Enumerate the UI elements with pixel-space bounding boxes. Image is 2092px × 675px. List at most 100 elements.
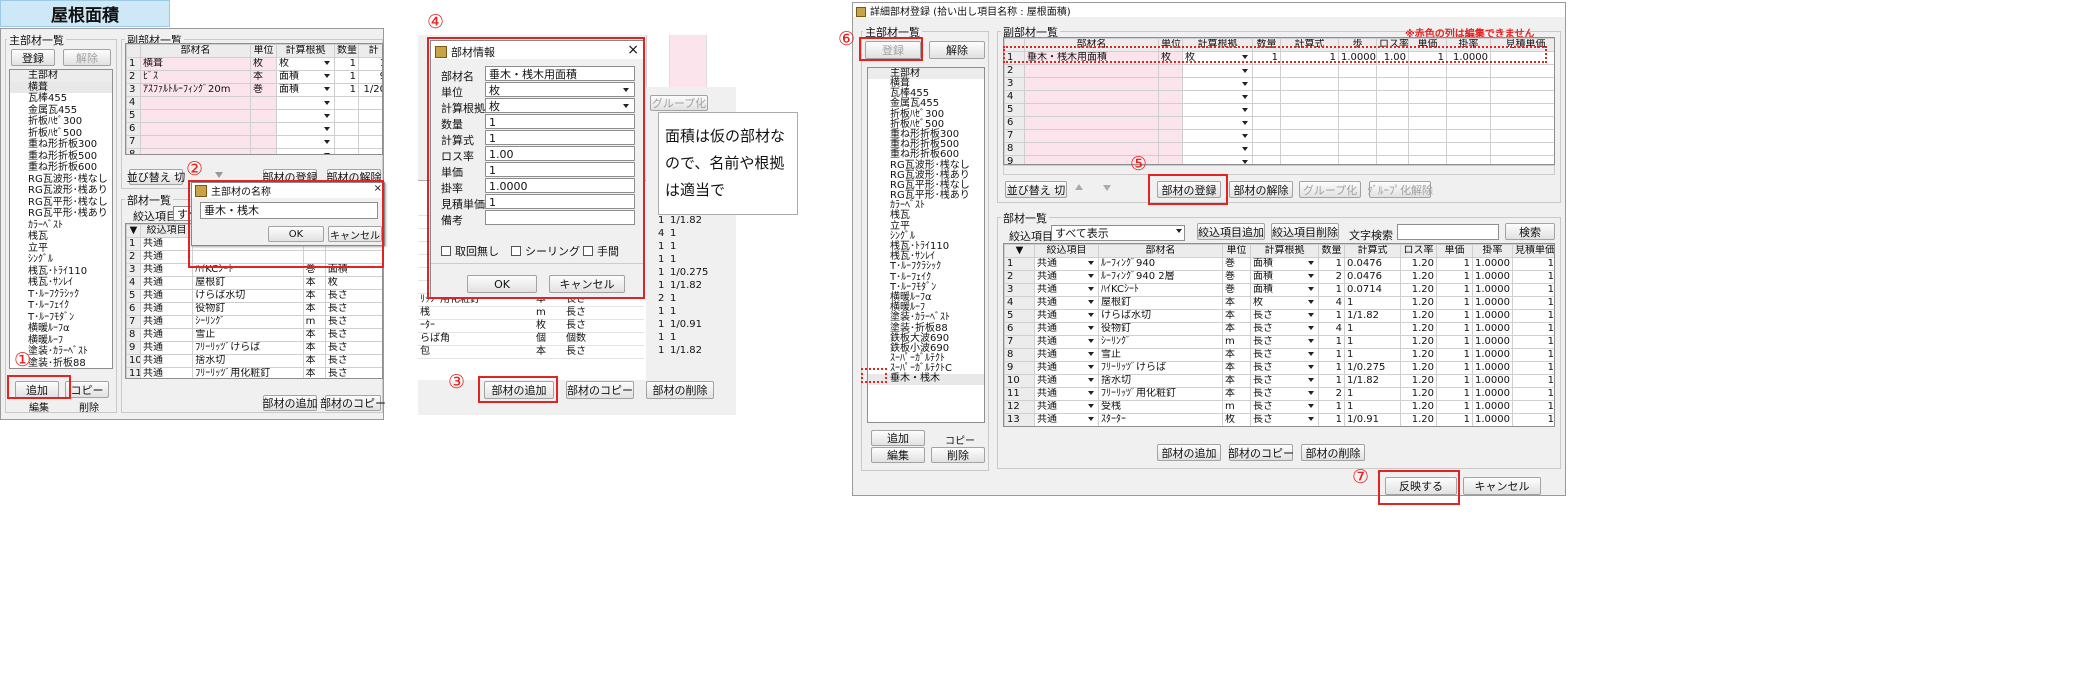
table-row[interactable]: 6 bbox=[1004, 116, 1554, 130]
table-row[interactable]: 5 bbox=[126, 109, 382, 123]
chevron-down-icon[interactable] bbox=[1087, 350, 1096, 360]
chevron-down-icon[interactable] bbox=[1307, 259, 1316, 269]
chevron-down-icon[interactable] bbox=[1087, 311, 1096, 321]
p3-add-part-button[interactable]: 部材の追加 bbox=[1157, 444, 1221, 461]
main-parts-list-item[interactable]: 立平 bbox=[868, 221, 984, 232]
p3-group-button[interactable]: グループ化 bbox=[1299, 181, 1361, 198]
chevron-down-icon[interactable] bbox=[1307, 389, 1316, 399]
chevron-down-icon[interactable] bbox=[1241, 92, 1250, 102]
main-parts-list-item[interactable]: T･ﾙｰﾌﾓﾀﾞﾝ bbox=[10, 312, 112, 324]
table-row[interactable]: 6 共通 役物釘本長さ 4 1 1.20 1 1.0000 1 bbox=[1004, 322, 1554, 336]
chevron-down-icon[interactable] bbox=[1307, 402, 1316, 412]
chevron-down-icon[interactable] bbox=[323, 72, 332, 82]
main-parts-list-item[interactable]: 横暖ﾙｰﾌα bbox=[868, 292, 984, 303]
chevron-down-icon[interactable] bbox=[323, 111, 332, 121]
table-row[interactable]: 3 共通 ﾊｲKCｼｰﾄ巻面積 1 0.0714 1.20 1 1.0000 1 bbox=[1004, 283, 1554, 297]
chevron-down-icon[interactable] bbox=[1087, 402, 1096, 412]
table-row[interactable]: 2ﾋﾞｽ本面積19 bbox=[126, 70, 382, 84]
table-row[interactable]: 13 共通 ｽﾀｰﾀｰ枚長さ 1 1/0.91 1.20 1 1.0000 1 bbox=[1004, 413, 1554, 426]
chevron-down-icon[interactable] bbox=[323, 137, 332, 147]
edit-main-button[interactable]: 編集 bbox=[29, 399, 49, 414]
table-row[interactable]: 8 共通 雪止本長さ bbox=[126, 328, 382, 342]
table-row[interactable]: 1横葺枚枚11 bbox=[126, 57, 382, 71]
chevron-down-icon[interactable] bbox=[1307, 337, 1316, 347]
p3-search-input[interactable] bbox=[1397, 224, 1499, 240]
main-parts-list-item[interactable]: 瓦棒455 bbox=[10, 93, 112, 105]
main-parts-list-item[interactable]: RG瓦平形･桟あり bbox=[868, 190, 984, 201]
main-parts-list-item[interactable]: 重ね形折板600 bbox=[868, 150, 984, 160]
p3-delete-main-button[interactable]: 削除 bbox=[931, 447, 985, 463]
main-parts-list-item[interactable]: 塗装･ｶﾗｰﾍﾞｽﾄ bbox=[868, 313, 984, 323]
p3-sort-button[interactable]: 並び替え 切 bbox=[1005, 181, 1067, 198]
chevron-down-icon[interactable] bbox=[323, 85, 332, 95]
table-row[interactable]: 9 bbox=[1004, 155, 1554, 164]
p3-ungroup-button[interactable]: ｸﾞﾙｰﾌﾟ化解除 bbox=[1367, 181, 1433, 198]
main-parts-list-item[interactable]: RG瓦波形･桟あり bbox=[10, 185, 112, 197]
p3-copy-part-button[interactable]: 部材のコピー bbox=[1228, 444, 1294, 461]
main-parts-list-item[interactable]: 折板ﾊｾﾞ500 bbox=[10, 128, 112, 140]
table-row[interactable]: 5 共通 けらば水切本長さ 1 1/1.82 1.20 1 1.0000 1 bbox=[1004, 309, 1554, 323]
chevron-down-icon[interactable] bbox=[1087, 259, 1096, 269]
p3-filter-delete-button[interactable]: 絞込項目削除 bbox=[1271, 223, 1339, 240]
table-row[interactable]: 2 共通 ﾙｰﾌｨﾝｸﾞ940 2層巻面積 2 0.0476 1.20 1 1.0000 1 bbox=[1004, 270, 1554, 284]
chevron-down-icon[interactable] bbox=[1087, 376, 1096, 386]
sort-down-icon[interactable] bbox=[215, 172, 223, 178]
p3-add-main-button[interactable]: 追加 bbox=[871, 430, 925, 446]
p3-sort-down-icon[interactable] bbox=[1103, 185, 1111, 191]
table-row[interactable]: 4 bbox=[1004, 90, 1554, 104]
main-parts-list-item[interactable]: 横暖ﾙｰﾌα bbox=[10, 323, 112, 335]
table-row[interactable]: 2 bbox=[1004, 64, 1554, 78]
chevron-down-icon[interactable] bbox=[1241, 118, 1250, 128]
chevron-down-icon[interactable] bbox=[1307, 350, 1316, 360]
chevron-down-icon[interactable] bbox=[1307, 324, 1316, 334]
table-row[interactable]: 9 共通 ﾌﾘｰﾘｯﾂﾞけらば本長さ bbox=[126, 341, 382, 355]
main-parts-list-item[interactable]: 桟瓦 bbox=[868, 211, 984, 221]
chevron-down-icon[interactable] bbox=[1087, 415, 1096, 425]
main-parts-list-item[interactable]: 横暖ﾙｰﾌ bbox=[10, 335, 112, 347]
table-row[interactable]: 10 共通 捨水切本長さ bbox=[126, 354, 382, 368]
table-row[interactable]: 7 bbox=[126, 135, 382, 149]
table-row[interactable]: 4 共通 屋根釘本枚 4 1 1.20 1 1.0000 1 bbox=[1004, 296, 1554, 310]
p3-filter-add-button[interactable]: 絞込項目追加 bbox=[1197, 223, 1265, 240]
chevron-down-icon[interactable] bbox=[1307, 415, 1316, 425]
p3-search-button[interactable]: 検索 bbox=[1505, 223, 1555, 240]
chevron-down-icon[interactable] bbox=[323, 59, 332, 69]
chevron-down-icon[interactable] bbox=[1241, 105, 1250, 115]
chevron-down-icon[interactable] bbox=[1087, 324, 1096, 334]
table-row[interactable]: 8 bbox=[1004, 142, 1554, 156]
main-parts-list-item[interactable]: 立平 bbox=[10, 243, 112, 255]
table-row[interactable]: 12 共通 受桟 m 長さ 1 1 1.20 1 1.0000 1 bbox=[1004, 400, 1554, 414]
p3-sub-scrollbar-h[interactable] bbox=[1003, 165, 1555, 175]
table-row[interactable]: 7 bbox=[1004, 129, 1554, 143]
main-parts-list-item[interactable]: RG瓦平形･桟あり bbox=[10, 208, 112, 220]
chevron-down-icon[interactable] bbox=[1087, 272, 1096, 282]
table-row[interactable]: 8 bbox=[126, 148, 382, 154]
main-parts-list-item[interactable]: T･ﾙｰﾌｪｲｸ bbox=[10, 300, 112, 312]
chevron-down-icon[interactable] bbox=[1241, 66, 1250, 76]
chevron-down-icon[interactable] bbox=[1241, 79, 1250, 89]
main-parts-list-item[interactable]: RG瓦平形･桟なし bbox=[10, 197, 112, 209]
table-row[interactable]: 7 共通 ｼｰﾘﾝｸﾞ m 長さ bbox=[126, 315, 382, 329]
main-parts-list-item[interactable]: 横葺 bbox=[10, 81, 112, 93]
chevron-down-icon[interactable] bbox=[1307, 376, 1316, 386]
main-parts-list-item[interactable]: 重ね形折板500 bbox=[10, 151, 112, 163]
main-parts-list-item[interactable]: 金属瓦455 bbox=[10, 105, 112, 117]
main-parts-list-item[interactable]: ｼﾝｸﾞﾙ bbox=[10, 254, 112, 266]
table-row[interactable]: 9 共通 ﾌﾘｰﾘｯﾂﾞけらば本長さ 1 1/0.275 1.20 1 1.0000 1 bbox=[1004, 361, 1554, 375]
delete-part-button-2[interactable]: 部材の削除 bbox=[646, 381, 714, 399]
chevron-down-icon[interactable] bbox=[323, 150, 332, 154]
table-row[interactable]: 14共通けらば角個個数111.2011.00001 bbox=[1005, 427, 1556, 428]
chevron-down-icon[interactable] bbox=[1087, 298, 1096, 308]
table-row[interactable]: 1 共通 ﾙｰﾌｨﾝｸﾞ940 巻面積 1 0.0476 1.20 1 1.0000 1 bbox=[1004, 257, 1554, 271]
main-parts-list-item[interactable]: T･ﾙｰﾌｸﾗｼｯｸ bbox=[10, 289, 112, 301]
p3-release-part-button[interactable]: 部材の解除 bbox=[1229, 181, 1293, 198]
main-parts-list-item[interactable]: ｶﾗｰﾍﾞｽﾄ bbox=[10, 220, 112, 232]
chevron-down-icon[interactable] bbox=[1307, 311, 1316, 321]
p3-cancel-button[interactable]: キャンセル bbox=[1463, 477, 1541, 495]
copy-part-button[interactable]: 部材のコピー bbox=[320, 395, 386, 411]
add-part-button[interactable]: 部材の追加 bbox=[263, 395, 318, 411]
p3-parts-grid[interactable]: ▼ 絞込項目 部材名 単位 計算根拠 数量 計算式 ロス率 単価 掛率 見積単価 1 共通 ﾙｰﾌｨﾝｸ… bbox=[1003, 243, 1555, 427]
chevron-down-icon[interactable] bbox=[1087, 337, 1096, 347]
chevron-down-icon[interactable] bbox=[1087, 389, 1096, 399]
table-row[interactable]: 8 共通 雪止本長さ 1 1 1.20 1 1.0000 1 bbox=[1004, 348, 1554, 362]
